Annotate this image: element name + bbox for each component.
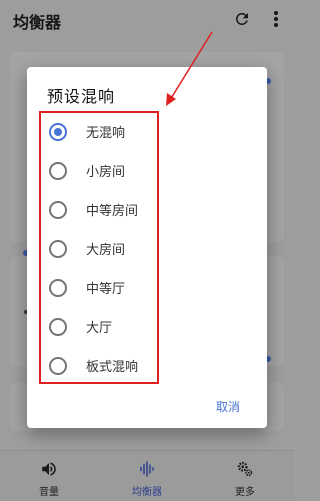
cancel-button[interactable]: 取消 [216, 398, 240, 415]
dialog-title: 预设混响 [47, 87, 116, 106]
annotation-highlight-box [39, 111, 159, 384]
